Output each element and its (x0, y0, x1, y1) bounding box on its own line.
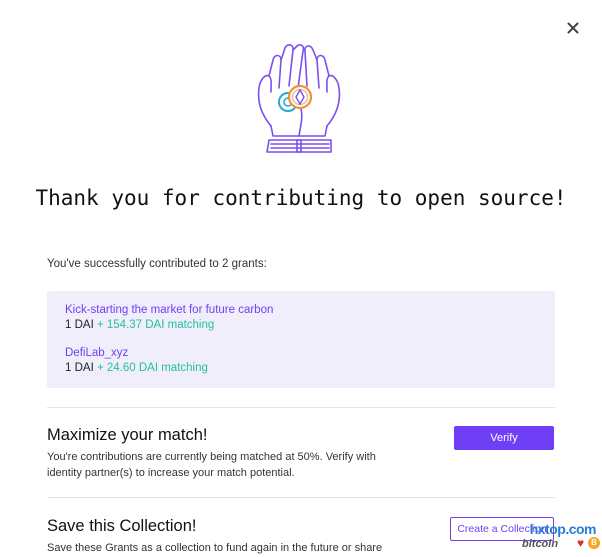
contribution-summary-text: You've successfully contributed to 2 gra… (47, 258, 267, 270)
verify-button[interactable]: Verify (454, 426, 554, 450)
save-collection-description: Save these Grants as a collection to fun… (47, 542, 383, 554)
bitcoin-icon: B (588, 537, 600, 549)
grant-match-amount: + 24.60 DAI matching (96, 362, 208, 374)
grant-match-amount: + 154.37 DAI matching (96, 319, 215, 331)
heart-icon: ♥ (577, 536, 585, 550)
grant-item: DefiLab_xyz 1 DAI + 24.60 DAI matching (65, 346, 208, 376)
maximize-match-title: Maximize your match! (47, 426, 208, 444)
section-divider (47, 497, 555, 498)
grant-name-link[interactable]: Kick-starting the market for future carb… (65, 303, 273, 318)
close-button[interactable] (562, 17, 584, 39)
save-collection-title: Save this Collection! (47, 517, 197, 535)
grant-name-link[interactable]: DefiLab_xyz (65, 346, 208, 361)
grant-amount-line: 1 DAI + 24.60 DAI matching (65, 361, 208, 376)
modal-title: Thank you for contributing to open sourc… (35, 186, 567, 210)
maximize-match-description: You're contributions are currently being… (47, 451, 376, 479)
close-icon (567, 22, 579, 34)
grant-amount: 1 DAI (65, 319, 94, 331)
grant-amount: 1 DAI (65, 362, 94, 374)
contributed-grants-list: Kick-starting the market for future carb… (47, 291, 555, 388)
hands-with-coins-illustration (257, 44, 341, 153)
grant-item: Kick-starting the market for future carb… (65, 303, 273, 333)
contribution-success-modal: Thank you for contributing to open sourc… (0, 0, 602, 554)
create-collection-button[interactable]: Create a Collection (450, 517, 554, 541)
grant-amount-line: 1 DAI + 154.37 DAI matching (65, 318, 273, 333)
section-divider (47, 407, 555, 408)
